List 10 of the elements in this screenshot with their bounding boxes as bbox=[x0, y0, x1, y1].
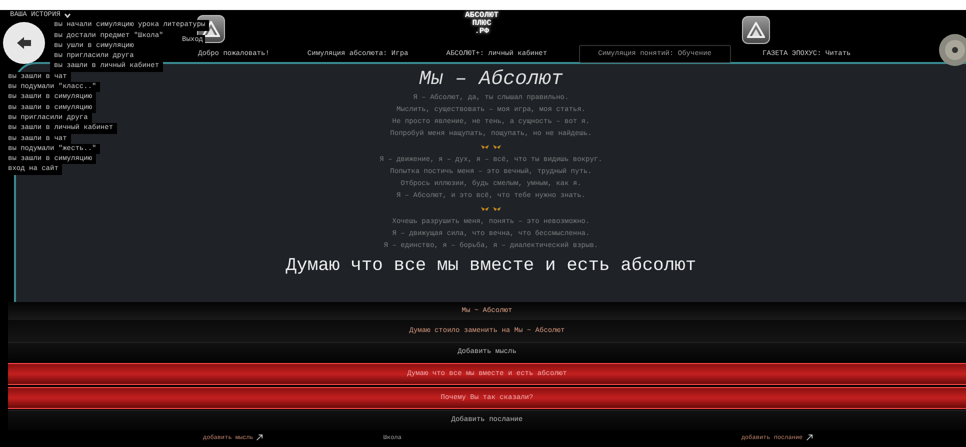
external-link-icon bbox=[806, 434, 813, 440]
chevron-icon bbox=[64, 12, 72, 18]
back-arrow-icon bbox=[16, 36, 32, 50]
ornament-icon bbox=[480, 206, 502, 212]
headline: Думаю что все мы вместе и есть абсолют bbox=[286, 256, 696, 276]
ornament-icon bbox=[480, 144, 502, 150]
triangle-logo-icon[interactable] bbox=[742, 16, 770, 44]
site-logo[interactable]: АБСОЛЮТ ПЛЮС .РФ bbox=[465, 12, 499, 36]
poem-title: Мы – Абсолют bbox=[418, 68, 564, 92]
external-link-icon bbox=[256, 434, 264, 440]
